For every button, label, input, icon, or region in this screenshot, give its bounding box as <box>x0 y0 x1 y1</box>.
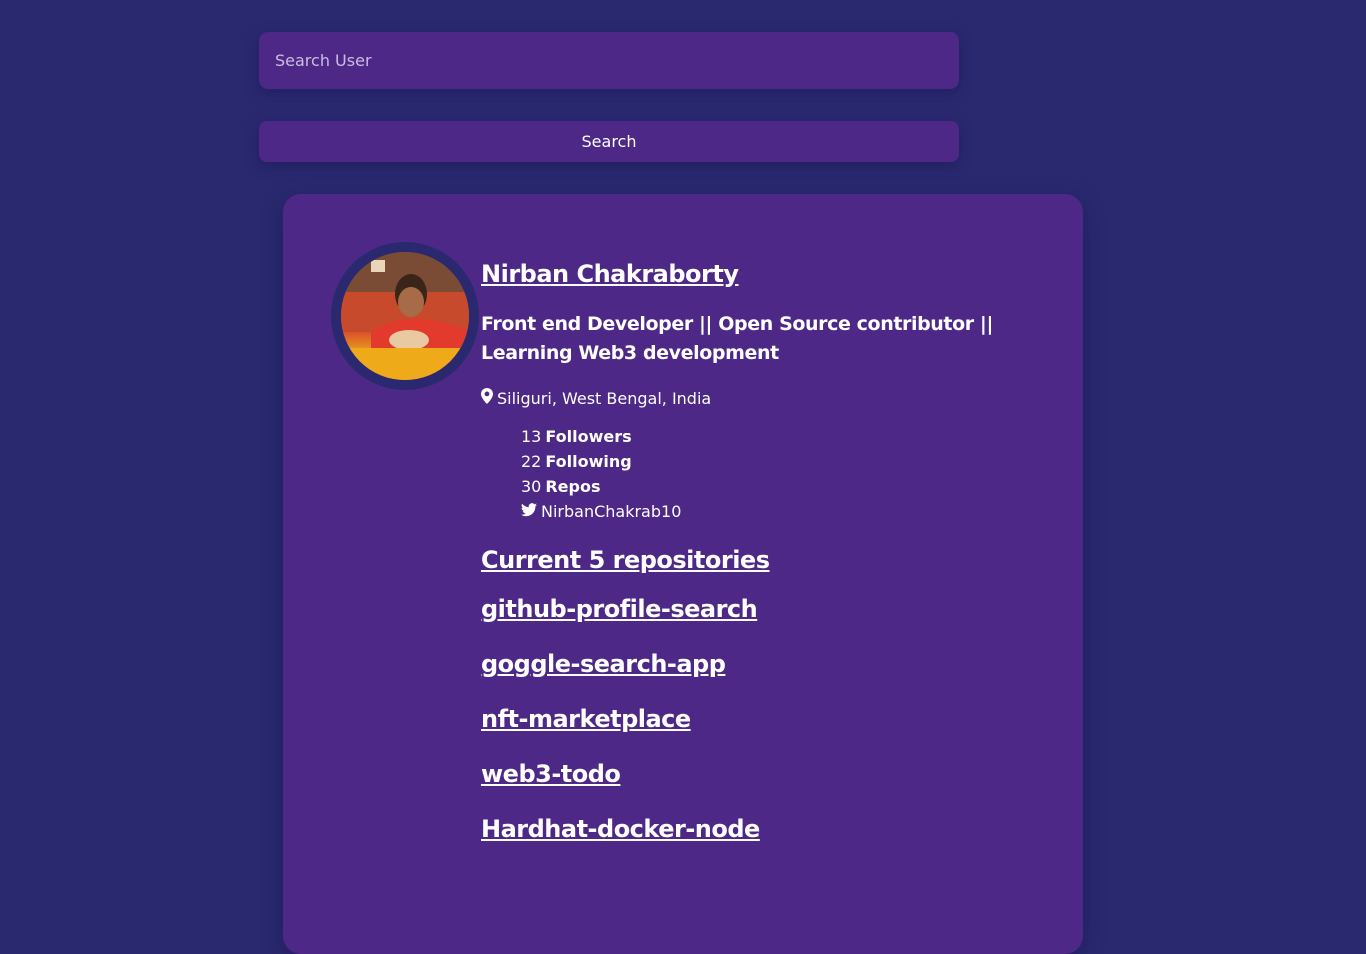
repos-label: Repos <box>545 477 601 496</box>
repo-link-hardhat-docker-node[interactable]: Hardhat-docker-node <box>481 811 760 866</box>
repo-list: github-profile-search goggle-search-app … <box>481 591 1041 866</box>
twitter-icon <box>521 499 537 524</box>
twitter-stat: NirbanChakrab10 <box>521 499 1041 524</box>
profile-bio: Front end Developer || Open Source contr… <box>481 313 994 364</box>
profile-location: Siliguri, West Bengal, India <box>481 388 1041 408</box>
location-text: Siliguri, West Bengal, India <box>497 388 712 408</box>
followers-count: 13 <box>521 427 542 446</box>
following-count: 22 <box>521 452 542 471</box>
avatar-photo <box>341 252 469 380</box>
profile-stats: 13 Followers 22 Following 30 Repos Nirba… <box>521 424 1041 524</box>
avatar[interactable] <box>341 252 469 380</box>
followers-stat: 13 Followers <box>521 424 1041 449</box>
profile-name-link[interactable]: Nirban Chakraborty <box>481 260 739 288</box>
search-input[interactable] <box>259 32 959 89</box>
following-label: Following <box>545 452 632 471</box>
repo-link-github-profile-search[interactable]: github-profile-search <box>481 591 758 646</box>
repo-link-nft-marketplace[interactable]: nft-marketplace <box>481 701 691 756</box>
repo-link-web3-todo[interactable]: web3-todo <box>481 756 621 811</box>
twitter-handle: NirbanChakrab10 <box>541 502 682 521</box>
search-button[interactable]: Search <box>259 121 959 162</box>
following-stat: 22 Following <box>521 449 1041 474</box>
avatar-ring <box>331 242 479 390</box>
repos-count: 30 <box>521 477 542 496</box>
repos-title-link[interactable]: Current 5 repositories <box>481 546 770 574</box>
repo-link-goggle-search-app[interactable]: goggle-search-app <box>481 646 726 701</box>
profile-info: Nirban Chakraborty Front end Developer |… <box>481 260 1041 866</box>
profile-card: Nirban Chakraborty Front end Developer |… <box>283 194 1083 954</box>
repos-stat: 30 Repos <box>521 474 1041 499</box>
map-pin-icon <box>481 388 493 408</box>
followers-label: Followers <box>545 427 632 446</box>
